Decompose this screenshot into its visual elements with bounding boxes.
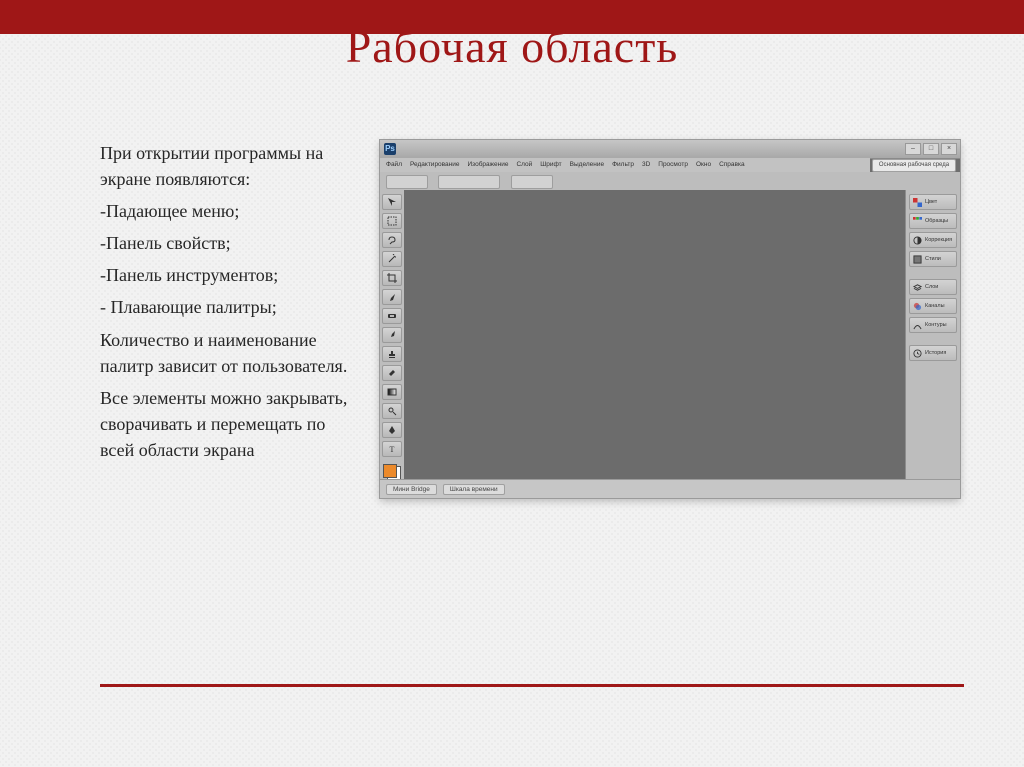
swatches-icon [913,198,922,207]
menu-bar: Файл Редактирование Изображение Слой Шри… [380,158,870,173]
app-titlebar: Ps – □ × [380,140,960,159]
panel-dock: Цвет Образцы Коррекция Стили Слои Каналы… [905,190,960,480]
panel-adjustments[interactable]: Коррекция [909,232,957,248]
tool-type[interactable]: T [382,441,402,457]
adjust-icon [913,236,922,245]
tool-heal[interactable] [382,308,402,324]
window-controls: – □ × [905,143,960,155]
body-line: Все элементы можно закрывать, сворачиват… [100,385,350,463]
tool-crop[interactable] [382,270,402,286]
body-line: - Плавающие палитры; [100,294,350,320]
slide-body: При открытии программы на экране появляю… [100,140,350,469]
tool-eyedropper[interactable] [382,289,402,305]
slide-title: Рабочая область [0,20,1024,73]
bottom-rule [100,684,964,687]
body-line: Количество и наименование палитр зависит… [100,327,350,379]
channels-icon [913,302,922,311]
minimize-button[interactable]: – [905,143,921,155]
status-bar: Мини Bridge Шкала времени [380,479,960,498]
menu-item[interactable]: Файл [384,158,404,172]
body-line: -Панель инструментов; [100,262,350,288]
tool-move[interactable] [382,194,402,210]
tool-pen[interactable] [382,422,402,438]
panel-color[interactable]: Цвет [909,194,957,210]
menu-item[interactable]: Изображение [466,158,511,172]
tool-gradient[interactable] [382,384,402,400]
swatches-icon [913,217,922,226]
status-tab[interactable]: Шкала времени [443,484,505,495]
options-bar [380,172,960,191]
panel-swatches[interactable]: Образцы [909,213,957,229]
history-icon [913,349,922,358]
styles-icon [913,255,922,264]
panel-layers[interactable]: Слои [909,279,957,295]
paths-icon [913,321,922,330]
workspace-picker[interactable]: Основная рабочая среда [872,159,956,172]
panel-styles[interactable]: Стили [909,251,957,267]
tool-eraser[interactable] [382,365,402,381]
body-line: -Падающее меню; [100,198,350,224]
menu-item[interactable]: Редактирование [408,158,462,172]
body-line: При открытии программы на экране появляю… [100,140,350,192]
menu-item[interactable]: Просмотр [656,158,690,172]
menu-item[interactable]: Слой [514,158,534,172]
tool-dodge[interactable] [382,403,402,419]
menu-item[interactable]: 3D [640,158,652,172]
tool-stamp[interactable] [382,346,402,362]
tool-wand[interactable] [382,251,402,267]
menu-item[interactable]: Фильтр [610,158,636,172]
panel-channels[interactable]: Каналы [909,298,957,314]
panel-paths[interactable]: Контуры [909,317,957,333]
panel-history[interactable]: История [909,345,957,361]
app-logo: Ps [384,143,396,155]
options-control[interactable] [511,175,553,189]
menu-item[interactable]: Окно [694,158,713,172]
tool-brush[interactable] [382,327,402,343]
status-tab[interactable]: Мини Bridge [386,484,437,495]
maximize-button[interactable]: □ [923,143,939,155]
body-line: -Панель свойств; [100,230,350,256]
canvas-area [404,190,912,480]
tool-marquee[interactable] [382,213,402,229]
color-swatches[interactable] [383,464,401,480]
fg-color-swatch[interactable] [383,464,397,478]
menu-item[interactable]: Выделение [568,158,606,172]
options-control[interactable] [438,175,500,189]
tool-lasso[interactable] [382,232,402,248]
toolbox: T [380,190,405,480]
menu-item[interactable]: Шрифт [538,158,563,172]
menu-item[interactable]: Справка [717,158,747,172]
options-control[interactable] [386,175,428,189]
app-screenshot: Ps – □ × Файл Редактирование Изображение… [380,140,960,498]
svg-text:T: T [390,445,395,454]
close-button[interactable]: × [941,143,957,155]
layers-icon [913,283,922,292]
